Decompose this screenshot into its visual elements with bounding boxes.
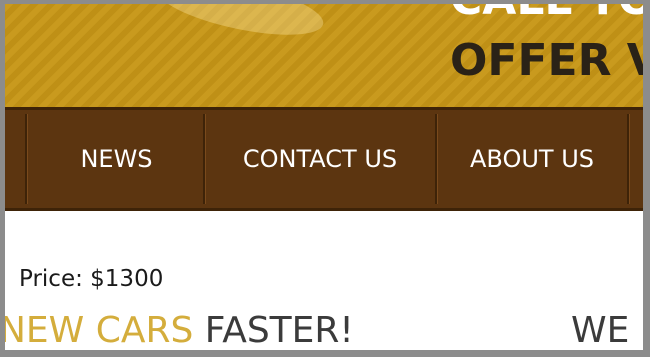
nav-item-contact-us[interactable]: CONTACT US (205, 110, 435, 208)
banner-line-2: OFFER VA (450, 35, 643, 86)
headline-accent: NEW CARS (5, 310, 194, 350)
headline: NEW CARS FASTER! (5, 310, 354, 350)
page-viewport: CALL TOI OFFER VA NEWS CONTACT US ABOUT … (5, 4, 643, 350)
nav-item-about-us[interactable]: ABOUT US (437, 110, 627, 208)
nav-item-news[interactable]: NEWS (29, 110, 204, 208)
nav-divider (25, 114, 27, 204)
banner-line-1: CALL TOI (450, 4, 643, 25)
headline-dark: FASTER! (204, 310, 354, 350)
promo-banner[interactable]: CALL TOI OFFER VA (5, 4, 643, 107)
banner-car-graphic (152, 4, 328, 47)
headline-right: WE (571, 310, 630, 350)
nav-divider (627, 114, 629, 204)
price-label: Price: $1300 (19, 266, 164, 292)
main-nav: NEWS CONTACT US ABOUT US (5, 107, 643, 211)
